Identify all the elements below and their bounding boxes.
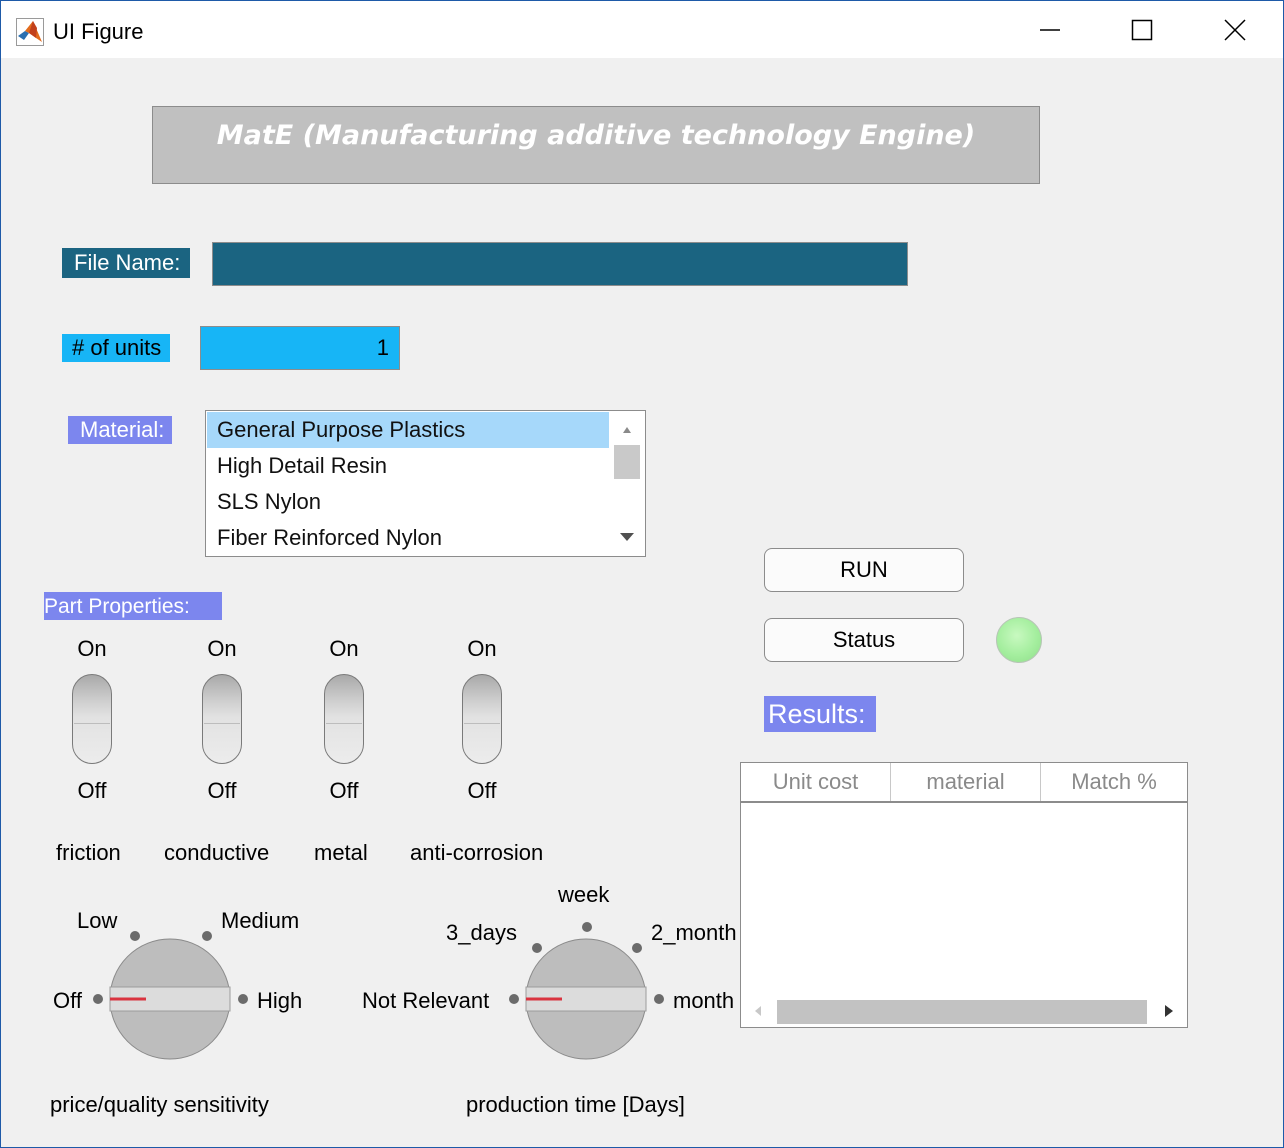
- scroll-down-icon[interactable]: [620, 533, 634, 541]
- time-knob-week-label: week: [558, 882, 610, 907]
- table-scroll-thumb[interactable]: [777, 1000, 1147, 1024]
- conductive-toggle-switch[interactable]: [202, 674, 242, 764]
- metal-toggle-switch[interactable]: [324, 674, 364, 764]
- table-header-divider: [741, 801, 1187, 803]
- results-label: Results:: [764, 696, 876, 732]
- friction-label: friction: [56, 840, 121, 865]
- anti-corrosion-label: anti-corrosion: [410, 840, 544, 865]
- units-input[interactable]: 1: [200, 326, 400, 370]
- matlab-logo-icon: [16, 18, 44, 46]
- file-name-input[interactable]: [212, 242, 908, 286]
- material-option-high-detail-resin[interactable]: High Detail Resin: [207, 448, 610, 484]
- material-option-general-purpose-plastics[interactable]: General Purpose Plastics: [207, 412, 610, 448]
- close-icon: [1224, 18, 1246, 41]
- friction-off-label: Off: [77, 778, 107, 803]
- material-label: Material:: [68, 416, 172, 444]
- anti-corrosion-on-label: On: [467, 636, 497, 661]
- friction-toggle-switch[interactable]: [72, 674, 112, 764]
- friction-on-label: On: [77, 636, 107, 661]
- anti-corrosion-toggle-switch[interactable]: [462, 674, 502, 764]
- conductive-off-label: Off: [207, 778, 237, 803]
- material-option-fiber-reinforced-nylon[interactable]: Fiber Reinforced Nylon: [207, 520, 610, 556]
- price-knob-high-label: High: [257, 988, 303, 1013]
- scroll-left-icon[interactable]: [755, 1006, 761, 1016]
- metal-on-label: On: [329, 636, 359, 661]
- minimize-button[interactable]: [1004, 1, 1096, 58]
- column-header-unit-cost[interactable]: Unit cost: [741, 763, 891, 801]
- anti-corrosion-off-label: Off: [467, 778, 497, 803]
- time-knob-month-label: month: [673, 988, 735, 1013]
- time-knob-not-relevant-label: Not Relevant: [362, 988, 490, 1013]
- file-name-label: File Name:: [62, 248, 190, 278]
- scroll-right-icon[interactable]: [1165, 1005, 1173, 1017]
- window-title: UI Figure: [53, 19, 144, 44]
- scroll-up-icon[interactable]: [623, 427, 631, 433]
- run-button[interactable]: RUN: [764, 548, 964, 592]
- conductive-on-label: On: [207, 636, 237, 661]
- metal-label: metal: [314, 840, 368, 865]
- table-horizontal-scrollbar[interactable]: [741, 995, 1187, 1027]
- app-header-panel: MatE (Manufacturing additive technology …: [152, 106, 1040, 184]
- production-time-label: production time [Days]: [466, 1092, 685, 1117]
- part-properties-label: Part Properties:: [44, 592, 222, 620]
- app-title: MatE (Manufacturing additive technology …: [216, 119, 976, 151]
- conductive-label: conductive: [164, 840, 270, 865]
- price-knob-off-label: Off: [53, 988, 82, 1013]
- close-button[interactable]: [1189, 1, 1281, 58]
- minimize-icon: [1040, 28, 1060, 31]
- price-quality-knob[interactable]: [88, 920, 258, 1070]
- results-table[interactable]: Unit cost material Match %: [740, 762, 1188, 1028]
- material-option-sls-nylon[interactable]: SLS Nylon: [207, 484, 610, 520]
- listbox-scrollbar[interactable]: [609, 411, 645, 556]
- maximize-icon: [1131, 19, 1153, 40]
- material-listbox[interactable]: General Purpose Plastics High Detail Res…: [205, 410, 646, 557]
- price-quality-label: price/quality sensitivity: [50, 1092, 269, 1117]
- production-time-knob[interactable]: [504, 914, 670, 1064]
- column-header-match[interactable]: Match %: [1041, 763, 1187, 801]
- units-label: # of units: [62, 334, 170, 362]
- status-lamp: [996, 617, 1042, 663]
- column-header-material[interactable]: material: [891, 763, 1041, 801]
- scroll-thumb[interactable]: [614, 445, 640, 479]
- status-button[interactable]: Status: [764, 618, 964, 662]
- metal-off-label: Off: [329, 778, 359, 803]
- maximize-button[interactable]: [1096, 1, 1188, 58]
